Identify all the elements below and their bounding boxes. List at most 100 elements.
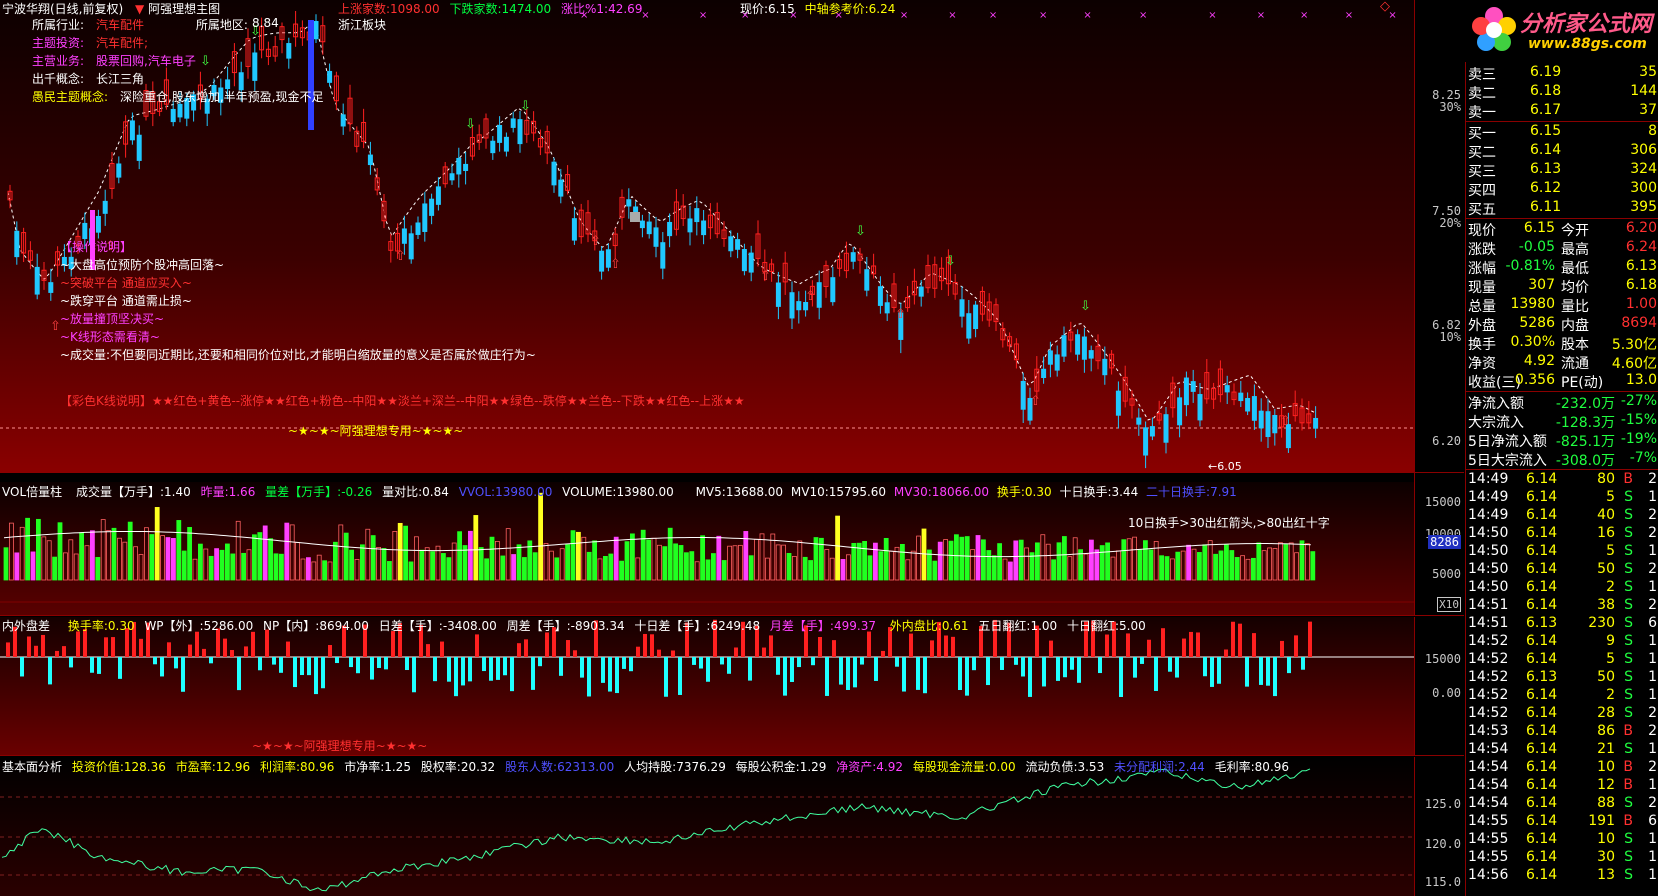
volume-bar: [1056, 542, 1062, 581]
volume-panel[interactable]: 10日换手>30出红箭头,>80出红十字: [0, 482, 1414, 615]
volume-bar: [851, 542, 857, 581]
tick-price: 6.14: [1526, 651, 1558, 667]
tick-volume: 2: [1606, 687, 1615, 703]
price-chart-panel[interactable]: ⇧ ⇧ ⇩ ⇩ ⇧ ⇩ ⇩ ⇧ ⇧ ⇧ ⇧ ⇩ ⇧ ⇩ ⇧ ⇩ ⇧ × × × × × × × × × × × × × × × × × 宁波华翔(…: [0, 0, 1414, 472]
signal-arrow-icon: ⇩: [465, 117, 476, 132]
volume-bar: [1067, 556, 1073, 581]
quote-value: 307: [1528, 277, 1555, 293]
quote-label: 收益(三): [1468, 375, 1521, 391]
diff-bar-negative: [608, 657, 612, 692]
inner-outer-diff-panel[interactable]: ~★~★~阿强理想专用~★~★~: [0, 617, 1414, 755]
volume-bar: [1062, 536, 1067, 581]
tick-time: 14:51: [1468, 597, 1509, 613]
tick-side: S: [1624, 741, 1633, 757]
top-marker-icon: ×: [1345, 10, 1353, 21]
tick-row: 14:52 6.14 9 S 1: [1466, 632, 1658, 650]
tick-count: 1: [1648, 633, 1657, 649]
stock-title[interactable]: 宁波华翔(日线,前复权): [2, 2, 123, 16]
tick-time: 14:56: [1468, 867, 1509, 883]
diff-bar-negative: [279, 657, 283, 673]
bid-row[interactable]: 买二 6.14 306: [1466, 141, 1658, 161]
volume-bar: [689, 551, 695, 581]
quote-label: 均价: [1561, 280, 1589, 296]
tick-side: S: [1624, 507, 1633, 523]
diff-bar-positive: [328, 645, 332, 657]
signal-arrow-icon: ⇧: [590, 234, 601, 249]
tick-side: S: [1624, 867, 1633, 883]
candle-body: [918, 286, 924, 297]
volume-bar: [36, 518, 41, 581]
diff-bar-negative: [839, 657, 843, 685]
diff-bar-positive: [1231, 621, 1235, 657]
ask-row[interactable]: 卖二 6.18 144: [1466, 82, 1658, 102]
ask-row[interactable]: 卖三 6.19 35: [1466, 63, 1658, 83]
volume-bar: [900, 543, 905, 581]
flower-logo-icon: [1472, 7, 1516, 51]
volume-bar: [473, 515, 479, 581]
ask-row[interactable]: 卖一 6.17 37: [1466, 101, 1658, 121]
volume-bar: [797, 540, 803, 581]
site-logo[interactable]: 分析家公式网 www.88gs.com: [1462, 0, 1658, 62]
volume-bar: [327, 561, 333, 581]
diff-bar-negative: [1203, 657, 1207, 677]
candle-body: [694, 208, 700, 223]
tick-time: 14:49: [1468, 489, 1509, 505]
volume-bar: [970, 549, 975, 581]
bid-row[interactable]: 买三 6.13 324: [1466, 160, 1658, 180]
flow-label: 5日大宗流入: [1468, 453, 1547, 469]
quote-label: 今开: [1561, 223, 1589, 239]
panel-divider[interactable]: [0, 615, 1464, 616]
doji-marker: [630, 212, 640, 222]
quote-label: 现价: [1468, 223, 1496, 239]
bid-row[interactable]: 买一 6.15 8: [1466, 122, 1658, 142]
signal-arrow-icon: ⇧: [895, 307, 906, 322]
volume-bar: [451, 542, 457, 581]
panel-divider[interactable]: [0, 755, 1464, 756]
tick-time: 14:49: [1468, 507, 1509, 523]
top-marker-icon: ×: [1083, 10, 1091, 21]
bid-row[interactable]: 买四 6.12 300: [1466, 179, 1658, 199]
tick-count: 2: [1648, 795, 1657, 811]
volume-bar: [1175, 551, 1181, 581]
volume-bar: [516, 544, 522, 581]
diff-bar-negative: [664, 657, 668, 697]
volume-bar: [916, 535, 921, 581]
volume-bar: [343, 532, 349, 581]
diff-bar-positive: [1182, 638, 1186, 657]
close-panel-icon[interactable]: ◇: [1380, 0, 1390, 14]
candle-body: [653, 227, 659, 247]
quote-row: 现量 307 均价 6.18: [1466, 276, 1658, 296]
signal-arrow-icon: ⇩: [855, 224, 866, 239]
quote-value: 4.92: [1523, 353, 1555, 369]
top-marker-icon: ×: [1257, 10, 1265, 21]
candle-body: [660, 242, 666, 269]
diff-bar-positive: [734, 647, 738, 657]
volume-bar: [278, 553, 284, 581]
bid-row[interactable]: 买五 6.11 395: [1466, 198, 1658, 218]
tick-side: S: [1624, 597, 1633, 613]
volume-bar: [19, 526, 25, 581]
volume-bar: [1278, 542, 1283, 581]
top-marker-icon: ×: [1139, 10, 1147, 21]
tick-price: 6.14: [1526, 777, 1558, 793]
diff-bar-positive: [832, 640, 836, 657]
signal-arrow-icon: ⇩: [520, 99, 531, 114]
diff-bar-negative: [1077, 657, 1081, 683]
volume-bar: [176, 520, 182, 581]
indicator-name[interactable]: 阿强理想主图: [148, 2, 220, 16]
diff-bar-negative: [1133, 657, 1137, 678]
diff-bar-negative: [447, 657, 451, 682]
volume-bar: [597, 558, 603, 581]
tick-count: 2: [1648, 759, 1657, 775]
diff-bar-negative: [853, 657, 857, 688]
fundamental-panel[interactable]: [0, 757, 1414, 896]
volume-bar: [646, 539, 651, 581]
candle-body: [667, 221, 673, 237]
quote-value: 4.60亿: [1611, 356, 1657, 372]
candle-body: [1149, 426, 1155, 437]
diff-bar-negative: [181, 657, 185, 692]
volume-bar: [1224, 544, 1229, 581]
tick-price: 6.14: [1526, 507, 1558, 523]
tick-time: 14:52: [1468, 705, 1509, 721]
volume-bar: [1207, 540, 1213, 581]
